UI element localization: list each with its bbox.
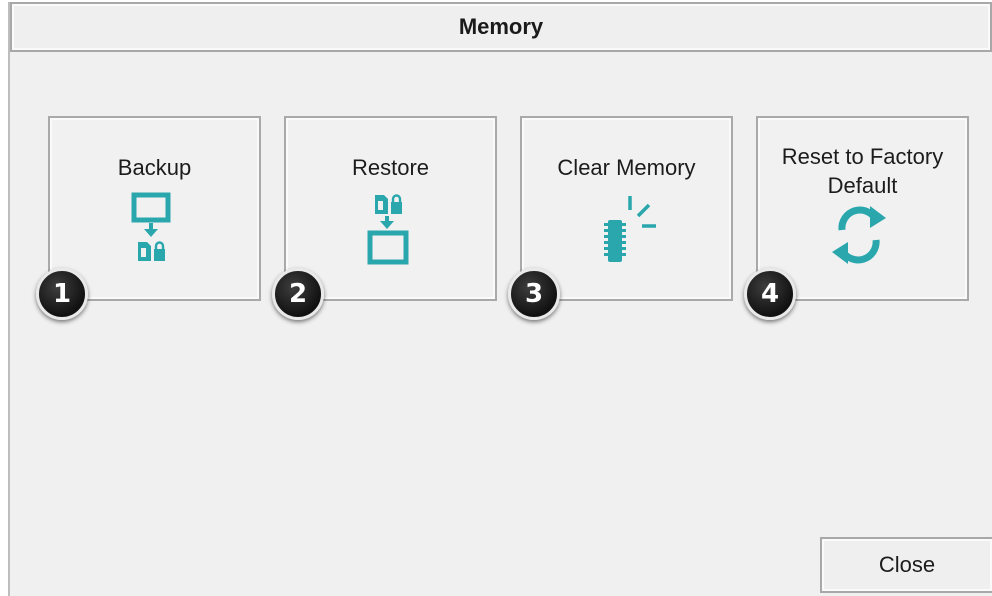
restore-button[interactable]: Restore — [284, 116, 497, 301]
badge-3: 3 — [508, 268, 560, 320]
window-title: Memory — [458, 14, 544, 39]
badge-1: 1 — [36, 268, 88, 320]
restore-icon — [367, 194, 409, 265]
close-button[interactable]: Close — [820, 537, 992, 593]
backup-button[interactable]: Backup — [48, 116, 261, 301]
backup-icon — [131, 192, 171, 261]
badge-4: 4 — [744, 268, 796, 320]
reset-icon — [832, 206, 886, 264]
clear-memory-button[interactable]: Clear Memory — [520, 116, 733, 301]
badge-2: 2 — [272, 268, 324, 320]
memory-window: Memory Backup 1 Restore 2 Clear Memory 3… — [8, 2, 992, 596]
reset-factory-default-button[interactable]: Reset to Factory Default — [756, 116, 969, 301]
clear-memory-icon — [604, 196, 656, 262]
title-bar: Memory — [10, 2, 992, 52]
